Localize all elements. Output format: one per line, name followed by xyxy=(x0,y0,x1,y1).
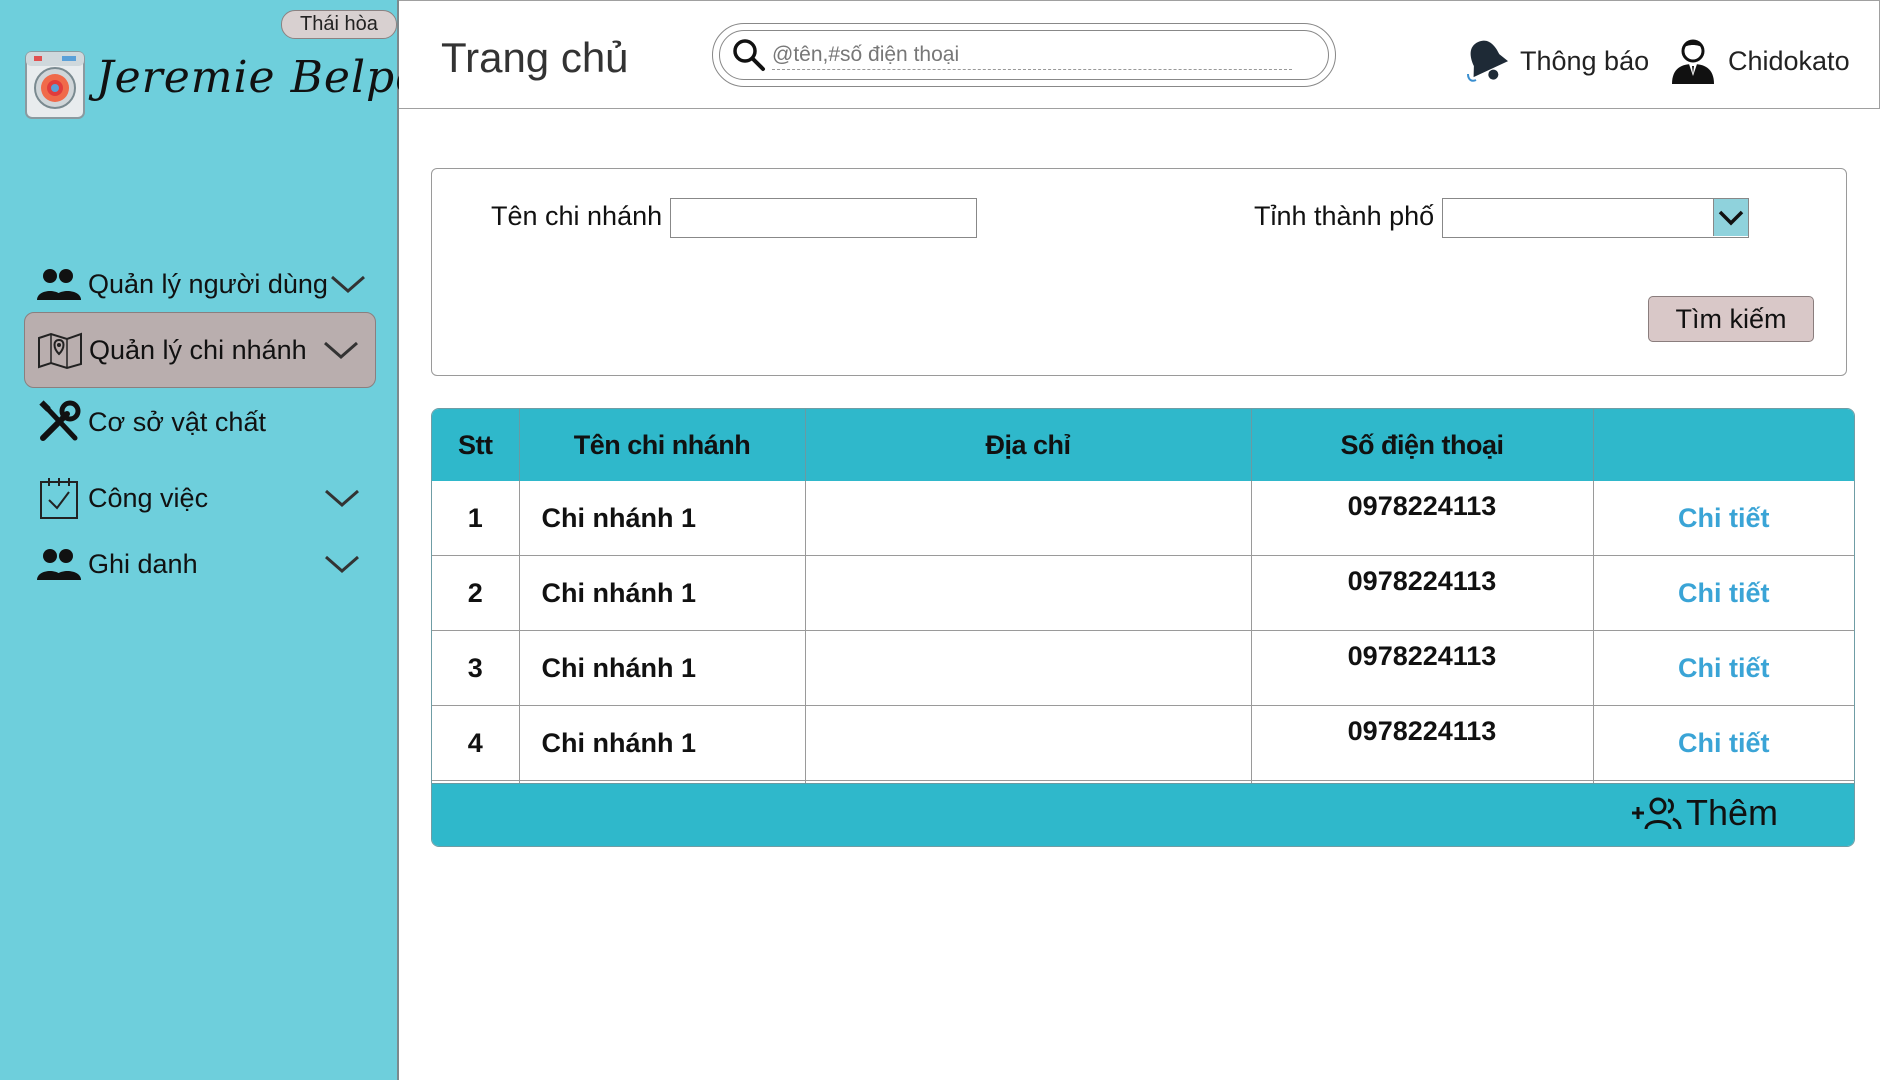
cell-stt: 2 xyxy=(432,555,520,631)
city-label: Tỉnh thành phố xyxy=(1254,201,1435,231)
chevron-down-icon[interactable] xyxy=(322,552,362,576)
users-icon xyxy=(36,542,82,586)
sidebar-item-label: Ghi danh xyxy=(88,548,198,579)
notification-label: Thông báo xyxy=(1520,45,1650,76)
table-row: 1 Chi nhánh 1 0978224113 Chi tiết xyxy=(432,481,1854,556)
add-branch-button[interactable]: Thêm xyxy=(1630,792,1778,834)
search-button[interactable]: Tìm kiếm xyxy=(1648,296,1814,342)
cell-address xyxy=(805,555,1252,631)
map-icon xyxy=(37,328,83,372)
detail-link[interactable]: Chi tiết xyxy=(1678,503,1770,533)
branch-name-input[interactable] xyxy=(670,198,977,238)
cell-action: Chi tiết xyxy=(1593,630,1854,706)
city-dropdown-button[interactable] xyxy=(1713,199,1748,236)
detail-link[interactable]: Chi tiết xyxy=(1678,653,1770,683)
sidebar-item-label: Quản lý chi nhánh xyxy=(89,334,307,365)
cell-stt: 1 xyxy=(432,481,520,556)
cell-branch-name: Chi nhánh 1 xyxy=(519,555,806,631)
cell-stt: 3 xyxy=(432,630,520,706)
table-row: 2 Chi nhánh 1 0978224113 Chi tiết xyxy=(432,555,1854,631)
page-title: Trang chủ xyxy=(441,34,629,81)
cell-branch-name: Chi nhánh 1 xyxy=(519,705,806,781)
add-user-icon xyxy=(1631,797,1682,830)
column-header-stt[interactable]: Stt xyxy=(432,409,520,481)
chevron-down-icon[interactable] xyxy=(328,272,368,296)
search-bar xyxy=(712,23,1336,87)
table-row: 4 Chi nhánh 1 0978224113 Chi tiết xyxy=(432,705,1854,781)
cell-phone: 0978224113 xyxy=(1251,630,1594,706)
calendar-check-icon xyxy=(36,476,82,520)
table-header-row: Stt Tên chi nhánh Địa chỉ Số điện thoại xyxy=(432,409,1854,481)
cell-phone: 0978224113 xyxy=(1251,481,1594,556)
user-name: Chidokato xyxy=(1728,45,1850,76)
chevron-down-icon[interactable] xyxy=(321,338,361,362)
user-avatar-icon xyxy=(1672,39,1714,84)
search-icon[interactable] xyxy=(732,38,766,72)
column-header-actions xyxy=(1593,409,1854,481)
city-select[interactable] xyxy=(1442,198,1749,238)
cell-action: Chi tiết xyxy=(1593,555,1854,631)
detail-link[interactable]: Chi tiết xyxy=(1678,578,1770,608)
washing-machine-logo-icon xyxy=(25,51,85,119)
notification-button[interactable]: Thông báo xyxy=(1462,36,1649,86)
branch-table-grid: Stt Tên chi nhánh Địa chỉ Số điện thoại … xyxy=(432,409,1854,832)
sidebar-item-label: Cơ sở vật chất xyxy=(88,406,266,437)
cell-phone: 0978224113 xyxy=(1251,705,1594,781)
cell-address xyxy=(805,630,1252,706)
tools-icon xyxy=(36,400,82,444)
bell-icon xyxy=(1467,40,1509,82)
branch-name-label: Tên chi nhánh xyxy=(491,201,663,231)
sidebar-item-branch-management[interactable]: Quản lý chi nhánh xyxy=(24,312,376,388)
column-header-address[interactable]: Địa chỉ xyxy=(805,409,1252,481)
users-icon xyxy=(36,262,82,306)
sidebar-item-enrollment[interactable]: Ghi danh xyxy=(24,526,376,602)
cell-branch-name: Chi nhánh 1 xyxy=(519,630,806,706)
sidebar-item-label: Công việc xyxy=(88,482,209,513)
user-menu[interactable]: Chidokato xyxy=(1668,36,1850,86)
cell-address xyxy=(805,705,1252,781)
cell-branch-name: Chi nhánh 1 xyxy=(519,481,806,556)
add-button-label: Thêm xyxy=(1685,792,1778,833)
column-header-branch-name[interactable]: Tên chi nhánh xyxy=(519,409,806,481)
cell-address xyxy=(805,481,1252,556)
column-header-phone[interactable]: Số điện thoại xyxy=(1251,409,1594,481)
chevron-down-icon[interactable] xyxy=(322,486,362,510)
chevron-down-icon xyxy=(1718,210,1744,225)
sidebar-item-label: Quản lý người dùng xyxy=(88,268,328,299)
table-row: 3 Chi nhánh 1 0978224113 Chi tiết xyxy=(432,630,1854,706)
cell-action: Chi tiết xyxy=(1593,481,1854,556)
sidebar-item-user-management[interactable]: Quản lý người dùng xyxy=(24,246,376,322)
sidebar-item-tasks[interactable]: Công việc xyxy=(24,460,376,536)
table-footer: Thêm xyxy=(432,783,1854,846)
sidebar: Thái hòa Jeremie Belpois Quản lý người d… xyxy=(0,0,460,1080)
cell-action: Chi tiết xyxy=(1593,705,1854,781)
branch-table: Stt Tên chi nhánh Địa chỉ Số điện thoại … xyxy=(431,408,1855,847)
search-input[interactable] xyxy=(772,40,1292,70)
detail-link[interactable]: Chi tiết xyxy=(1678,728,1770,758)
search-bar-inner xyxy=(719,30,1329,80)
cell-stt: 4 xyxy=(432,705,520,781)
sidebar-item-facilities[interactable]: Cơ sở vật chất xyxy=(24,384,376,460)
branch-tag[interactable]: Thái hòa xyxy=(281,10,397,39)
cell-phone: 0978224113 xyxy=(1251,555,1594,631)
